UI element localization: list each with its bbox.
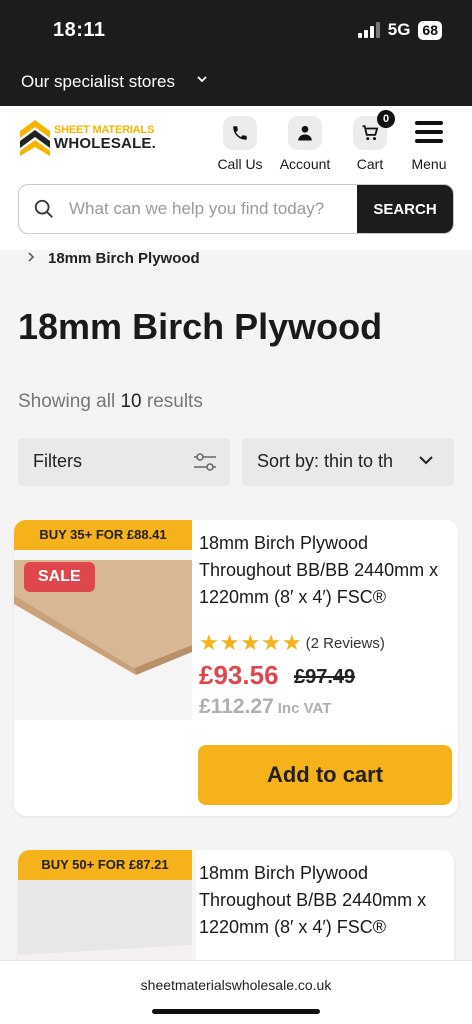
home-indicator	[152, 1009, 320, 1014]
main-content: 18mm Birch Plywood 18mm Birch Plywood Sh…	[0, 250, 472, 960]
cart-icon: 0	[353, 110, 395, 150]
menu-button[interactable]: Menu	[404, 116, 454, 172]
star-icon: ★	[219, 630, 240, 655]
results-prefix: Showing all	[18, 391, 121, 412]
product-title[interactable]: 18mm Birch Plywood Throughout BB/BB 2440…	[199, 530, 454, 611]
site-logo[interactable]: SHEET MATERIALS WHOLESALE.	[18, 118, 156, 158]
was-price: £97.49	[294, 666, 356, 688]
signal-icon	[357, 22, 380, 38]
breadcrumb: 18mm Birch Plywood	[26, 250, 200, 268]
cart-count-badge: 0	[377, 110, 395, 128]
hamburger-icon	[415, 121, 443, 143]
logo-line2: WHOLESALE.	[54, 135, 156, 152]
search-button[interactable]: SEARCH	[357, 185, 453, 233]
chevron-down-icon[interactable]	[196, 72, 208, 88]
user-icon	[288, 116, 322, 150]
logo-chevron-icon	[20, 120, 50, 156]
product-image[interactable]: BUY 50+ FOR £87.21	[18, 850, 196, 960]
star-icon: ★	[261, 630, 281, 655]
battery-icon: 68	[418, 20, 442, 40]
url-text[interactable]: sheetmaterialswholesale.co.uk	[0, 977, 472, 993]
search-icon	[19, 185, 69, 233]
specialist-stores-label[interactable]: Our specialist stores	[21, 72, 175, 92]
breadcrumb-chevron-icon	[26, 250, 36, 268]
star-icon: ★	[281, 630, 302, 655]
phone-icon	[223, 116, 257, 150]
search-bar: SEARCH	[18, 184, 454, 234]
specialist-stores-bar[interactable]: Our specialist stores	[0, 58, 472, 106]
breadcrumb-current: 18mm Birch Plywood	[48, 250, 200, 267]
star-icon: ★	[199, 630, 219, 655]
product-card[interactable]: BUY 50+ FOR £87.21 18mm Birch Plywood Th…	[18, 850, 454, 960]
product-image[interactable]: BUY 35+ FOR £88.41 SALE	[14, 520, 192, 720]
sort-dropdown[interactable]: Sort by: thin to th	[242, 438, 454, 486]
inc-vat-amount: £112.27	[199, 695, 274, 718]
call-us-label: Call Us	[217, 156, 263, 172]
results-suffix: results	[141, 391, 203, 412]
sliders-icon	[192, 450, 218, 479]
filters-label: Filters	[33, 451, 82, 471]
filters-button[interactable]: Filters	[18, 438, 230, 486]
product-title[interactable]: 18mm Birch Plywood Throughout B/BB 2440m…	[199, 860, 454, 941]
add-to-cart-button[interactable]: Add to cart	[198, 745, 452, 805]
sale-price: £93.56	[199, 660, 279, 690]
account-button[interactable]: Account	[274, 116, 336, 172]
network-type: 5G	[387, 20, 411, 39]
inc-vat-label: Inc VAT	[277, 700, 332, 717]
results-count: Showing all 10 results	[18, 391, 203, 413]
status-indicators: 5G 68	[357, 20, 442, 40]
page-title: 18mm Birch Plywood	[18, 306, 383, 347]
star-rating: ★ ★ ★ ★ ★ (2 Reviews)	[199, 632, 385, 654]
reviews-link[interactable]: (2 Reviews)	[306, 635, 385, 652]
chevron-down-icon	[418, 452, 434, 473]
sort-label: Sort by: thin to th	[257, 451, 394, 471]
status-time: 18:11	[53, 19, 106, 41]
bulk-offer-badge: BUY 35+ FOR £88.41	[14, 520, 192, 550]
inc-vat-price: £112.27 Inc VAT	[199, 695, 331, 719]
sale-badge: SALE	[24, 562, 95, 592]
status-bar: 18:11 5G 68	[0, 0, 472, 58]
cart-button[interactable]: 0 Cart	[346, 110, 395, 172]
star-icon: ★	[240, 630, 261, 655]
menu-label: Menu	[411, 156, 447, 172]
results-number: 10	[120, 391, 142, 412]
bulk-offer-badge: BUY 50+ FOR £87.21	[18, 850, 192, 880]
product-card[interactable]: BUY 35+ FOR £88.41 SALE 18mm Birch Plywo…	[14, 520, 458, 816]
call-us-button[interactable]: Call Us	[214, 116, 266, 172]
account-label: Account	[279, 156, 331, 172]
search-input[interactable]	[69, 185, 357, 233]
browser-url-bar[interactable]: sheetmaterialswholesale.co.uk	[0, 960, 472, 1024]
site-header: SHEET MATERIALS WHOLESALE. Call Us Accou…	[0, 106, 472, 250]
cart-label: Cart	[356, 156, 384, 172]
